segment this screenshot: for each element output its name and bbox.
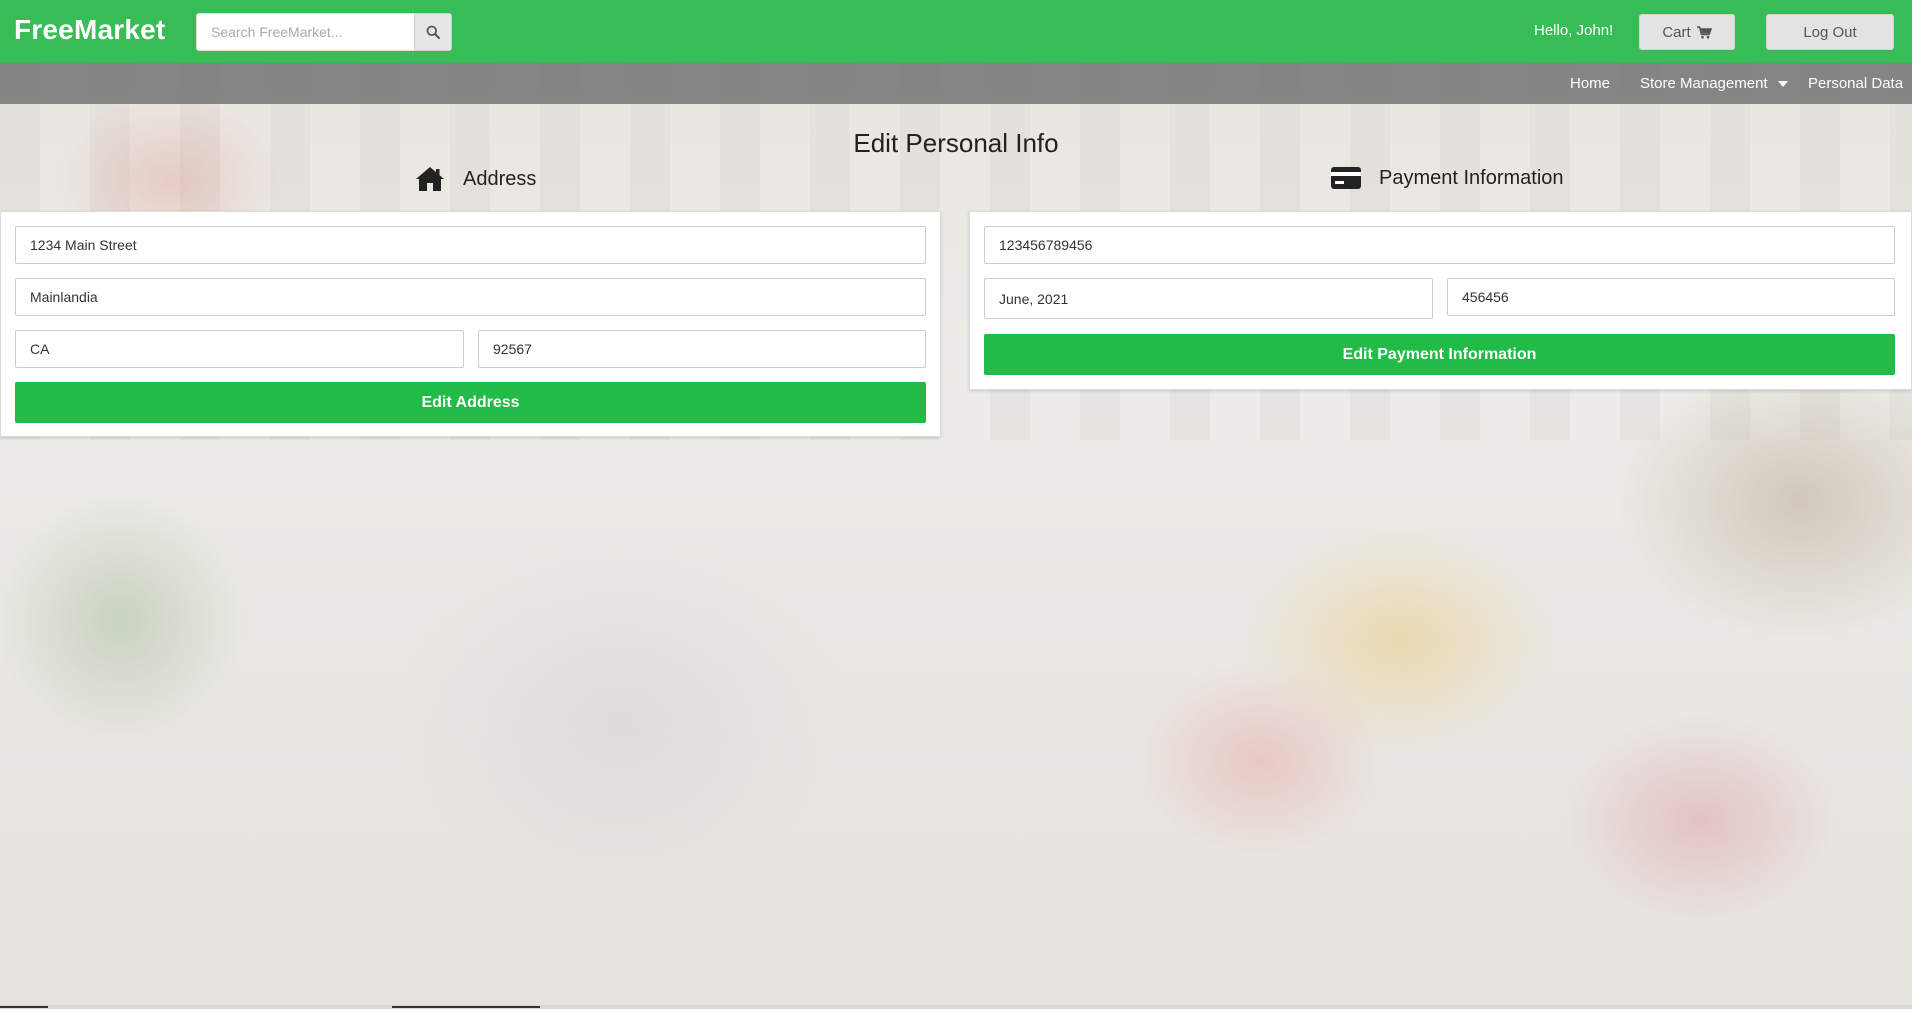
payment-form: Edit Payment Information	[969, 211, 1912, 390]
logout-button[interactable]: Log Out	[1766, 14, 1894, 50]
address-heading: Address	[415, 166, 536, 192]
nav-store-management-dropdown[interactable]: Store Management	[1640, 75, 1788, 92]
top-navbar: FreeMarket Hello, John! Cart Log Out	[0, 0, 1912, 63]
expiration-input[interactable]	[984, 278, 1433, 319]
payment-heading: Payment Information	[1331, 166, 1564, 190]
cart-button[interactable]: Cart	[1639, 14, 1735, 50]
page-bottom-edge	[0, 1005, 1912, 1009]
cart-icon	[1696, 25, 1712, 38]
brand-logo[interactable]: FreeMarket	[14, 14, 165, 46]
city-input[interactable]	[15, 278, 926, 316]
page-title: Edit Personal Info	[853, 128, 1059, 158]
state-input[interactable]	[15, 330, 464, 368]
cart-button-label: Cart	[1662, 23, 1691, 41]
payment-heading-label: Payment Information	[1379, 166, 1564, 189]
zip-input[interactable]	[478, 330, 926, 368]
search-input[interactable]	[196, 13, 414, 51]
secondary-navbar: Home Store Management Personal Data	[0, 63, 1912, 104]
address-form: Edit Address	[0, 211, 941, 437]
nav-home-link[interactable]: Home	[1570, 75, 1610, 92]
home-icon	[416, 167, 444, 191]
cvv-input[interactable]	[1447, 278, 1895, 316]
caret-down-icon	[1777, 81, 1788, 88]
edit-payment-button[interactable]: Edit Payment Information	[984, 334, 1895, 375]
address-heading-label: Address	[463, 167, 537, 190]
search-icon	[426, 25, 440, 39]
card-number-input[interactable]	[984, 226, 1895, 264]
nav-personal-data-link[interactable]: Personal Data	[1808, 75, 1903, 92]
street-input[interactable]	[15, 226, 926, 264]
user-greeting: Hello, John!	[1534, 22, 1614, 39]
edit-address-button[interactable]: Edit Address	[15, 382, 926, 423]
credit-card-icon	[1331, 167, 1361, 189]
search-bar	[196, 13, 452, 51]
search-button[interactable]	[414, 13, 452, 51]
nav-store-management-label: Store Management	[1640, 75, 1768, 92]
